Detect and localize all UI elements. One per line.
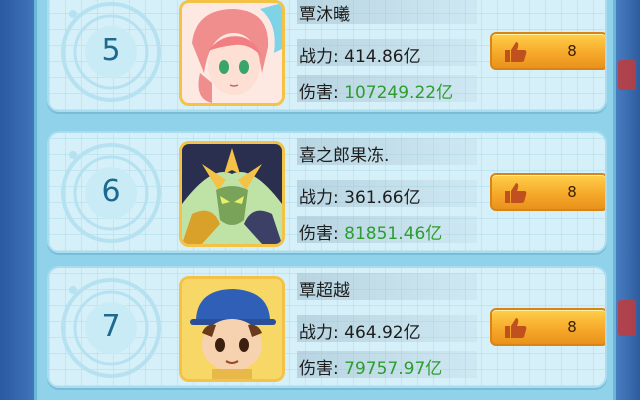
power-value: 361.66亿 <box>344 188 421 208</box>
red-deco <box>618 300 636 336</box>
power-stat: 战力: 464.92亿 <box>299 318 421 343</box>
damage-stat: 伤害: 107249.22亿 <box>299 78 453 103</box>
player-name: 覃超越 <box>299 281 350 301</box>
damage-label: 伤害: <box>299 359 339 379</box>
thumbs-up-icon <box>505 183 527 203</box>
thumbs-up-icon <box>505 318 527 338</box>
like-button[interactable]: 8 <box>490 32 605 70</box>
boy-blue-cap-icon <box>182 279 282 379</box>
pink-haired-girl-icon <box>182 3 282 103</box>
power-label: 战力: <box>299 323 339 343</box>
like-count: 8 <box>567 42 577 60</box>
player-name: 覃沐曦 <box>299 5 350 25</box>
damage-label: 伤害: <box>299 224 339 244</box>
power-value: 414.86亿 <box>344 47 421 67</box>
thumbs-up-icon <box>505 42 527 62</box>
leaderboard-row[interactable]: 5 覃沐曦 战力: 414.86亿 伤害: 107249.22亿 8 <box>47 0 607 112</box>
damage-value: 81851.46亿 <box>344 224 443 244</box>
leaderboard-row[interactable]: 6 喜之郎果冻. 战力: 361.66亿 伤害: 81851.46亿 8 <box>47 131 607 253</box>
like-count: 8 <box>567 183 577 201</box>
damage-stat: 伤害: 79757.97亿 <box>299 354 442 379</box>
rank-number: 7 <box>101 309 121 344</box>
like-button[interactable]: 8 <box>490 308 605 346</box>
leaderboard-panel[interactable]: 5 覃沐曦 战力: 414.86亿 伤害: 107249.22亿 8 6 喜之郎… <box>34 0 616 400</box>
player-avatar[interactable] <box>179 276 285 382</box>
power-label: 战力: <box>299 188 339 208</box>
like-count: 8 <box>567 318 577 336</box>
damage-value: 107249.22亿 <box>344 83 454 103</box>
power-stat: 战力: 361.66亿 <box>299 183 421 208</box>
red-deco <box>618 60 636 90</box>
like-button[interactable]: 8 <box>490 173 605 211</box>
rank-number: 6 <box>101 174 121 209</box>
damage-value: 79757.97亿 <box>344 359 443 379</box>
power-value: 464.92亿 <box>344 323 421 343</box>
armored-dragon-knight-icon <box>182 144 282 244</box>
damage-stat: 伤害: 81851.46亿 <box>299 219 442 244</box>
damage-label: 伤害: <box>299 83 339 103</box>
rank-number: 5 <box>101 33 121 68</box>
background-right <box>614 0 640 400</box>
leaderboard-row[interactable]: 7 覃超越 战力: 464.92亿 伤害: 79757.97亿 8 <box>47 266 607 388</box>
player-avatar[interactable] <box>179 141 285 247</box>
player-name: 喜之郎果冻. <box>299 146 390 166</box>
player-avatar[interactable] <box>179 0 285 106</box>
power-stat: 战力: 414.86亿 <box>299 42 421 67</box>
power-label: 战力: <box>299 47 339 67</box>
